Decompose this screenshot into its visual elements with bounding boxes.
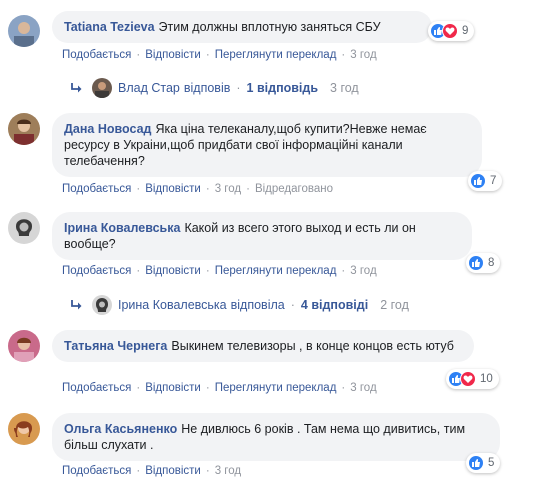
comment-bubble: Татьяна Чернега Выкинем телевизоры , в ко… (52, 330, 474, 362)
comment-bubble: Tatiana Tezieva Этим должны вплотную заня… (52, 11, 432, 43)
reply-link[interactable]: Відповісти (145, 265, 201, 277)
thumbs-up-icon (468, 255, 484, 271)
comment-text: Выкинем телевизоры , в конце концов есть… (171, 339, 454, 353)
comment-bubble: Дана Новосад Яка ціна телеканалу,щоб купи… (52, 113, 482, 177)
comment-actions: Подобається · Відповісти · Переглянути перек… (62, 382, 377, 394)
reply-link[interactable]: Відповісти (145, 382, 201, 394)
reply-timestamp: 2 год (380, 298, 409, 312)
separator-dot: · (136, 382, 141, 394)
comment-author[interactable]: Дана Новосад (64, 122, 151, 136)
reply-timestamp: 3 год (330, 81, 359, 95)
like-link[interactable]: Подобається (62, 49, 131, 61)
comment-timestamp[interactable]: 3 год (215, 183, 241, 195)
separator-dot: · (136, 265, 141, 277)
reaction-badge[interactable]: 5 (466, 453, 501, 473)
comment-author[interactable]: Ольга Касьяненко (64, 422, 177, 436)
thumbs-up-icon (470, 173, 486, 189)
reaction-count: 9 (462, 25, 469, 37)
separator-dot: · (341, 265, 346, 277)
comment-actions: Подобається · Відповісти · Переглянути перек… (62, 265, 377, 277)
reaction-count: 8 (488, 257, 495, 269)
comment-timestamp[interactable]: 3 год (350, 49, 376, 61)
reply-count: 4 відповіді (300, 298, 369, 312)
separator-dot: · (341, 49, 346, 61)
reaction-count: 5 (488, 457, 495, 469)
edited-label[interactable]: Відредаговано (255, 183, 333, 195)
avatar[interactable] (8, 330, 40, 362)
separator-dot: · (136, 49, 141, 61)
avatar[interactable] (8, 212, 40, 244)
like-link[interactable]: Подобається (62, 465, 131, 477)
avatar[interactable] (8, 15, 40, 47)
comment-author[interactable]: Татьяна Чернега (64, 339, 167, 353)
separator-dot: · (136, 183, 141, 195)
reaction-badge[interactable]: 8 (466, 253, 501, 273)
reply-verb: відповіла (230, 298, 285, 312)
comment-author[interactable]: Ірина Ковалевська (64, 221, 180, 235)
reply-arrow-icon (71, 300, 82, 310)
comment-bubble: Ірина Ковалевська Какой из всего этого вы… (52, 212, 472, 260)
avatar (92, 295, 112, 315)
reaction-count: 10 (480, 373, 493, 385)
separator-dot: · (205, 265, 210, 277)
reply-link[interactable]: Відповісти (145, 465, 201, 477)
separator-dot: · (136, 465, 141, 477)
comment-author[interactable]: Tatiana Tezieva (64, 20, 155, 34)
heart-icon (442, 23, 458, 39)
separator-dot: · (246, 183, 250, 195)
replies-link[interactable]: Влад Стар відповів · 1 відповідь 3 год (70, 78, 359, 98)
heart-icon (460, 371, 476, 387)
reply-link[interactable]: Відповісти (145, 49, 201, 61)
see-translation-link[interactable]: Переглянути переклад (215, 382, 337, 394)
avatar[interactable] (8, 413, 40, 445)
thumbs-up-icon (468, 455, 484, 471)
separator-dot: · (290, 298, 295, 312)
comment-timestamp[interactable]: 3 год (350, 382, 376, 394)
replies-link[interactable]: Ірина Ковалевська відповіла · 4 відповід… (70, 295, 409, 315)
reaction-badge[interactable]: 9 (428, 21, 475, 41)
see-translation-link[interactable]: Переглянути переклад (215, 49, 337, 61)
separator-dot: · (236, 81, 241, 95)
like-link[interactable]: Подобається (62, 265, 131, 277)
reply-arrow-icon (71, 83, 82, 93)
reply-verb: відповів (183, 81, 231, 95)
comment-actions: Подобається · Відповісти · 3 год (62, 465, 241, 477)
separator-dot: · (205, 382, 210, 394)
separator-dot: · (205, 49, 210, 61)
like-link[interactable]: Подобається (62, 382, 131, 394)
separator-dot: · (341, 382, 346, 394)
comment-actions: Подобається · Відповісти · Переглянути перек… (62, 49, 377, 61)
avatar (92, 78, 112, 98)
comment-text: Этим должны вплотную заняться СБУ (158, 20, 381, 34)
reaction-badge[interactable]: 10 (446, 369, 499, 389)
reply-link[interactable]: Відповісти (145, 183, 201, 195)
see-translation-link[interactable]: Переглянути переклад (215, 265, 337, 277)
comment-bubble: Ольга Касьяненко Не дивлюсь 6 років . Там… (52, 413, 500, 461)
comment-timestamp[interactable]: 3 год (350, 265, 376, 277)
like-link[interactable]: Подобається (62, 183, 131, 195)
reply-author: Влад Стар (118, 81, 180, 95)
separator-dot: · (205, 183, 210, 195)
avatar[interactable] (8, 113, 40, 145)
reply-author: Ірина Ковалевська (118, 298, 227, 312)
reply-count: 1 відповідь (246, 81, 319, 95)
comment-timestamp[interactable]: 3 год (215, 465, 241, 477)
comment-actions: Подобається · Відповісти · 3 год · Відредагова… (62, 183, 333, 195)
reaction-count: 7 (490, 175, 497, 187)
separator-dot: · (205, 465, 210, 477)
reaction-badge[interactable]: 7 (468, 171, 503, 191)
